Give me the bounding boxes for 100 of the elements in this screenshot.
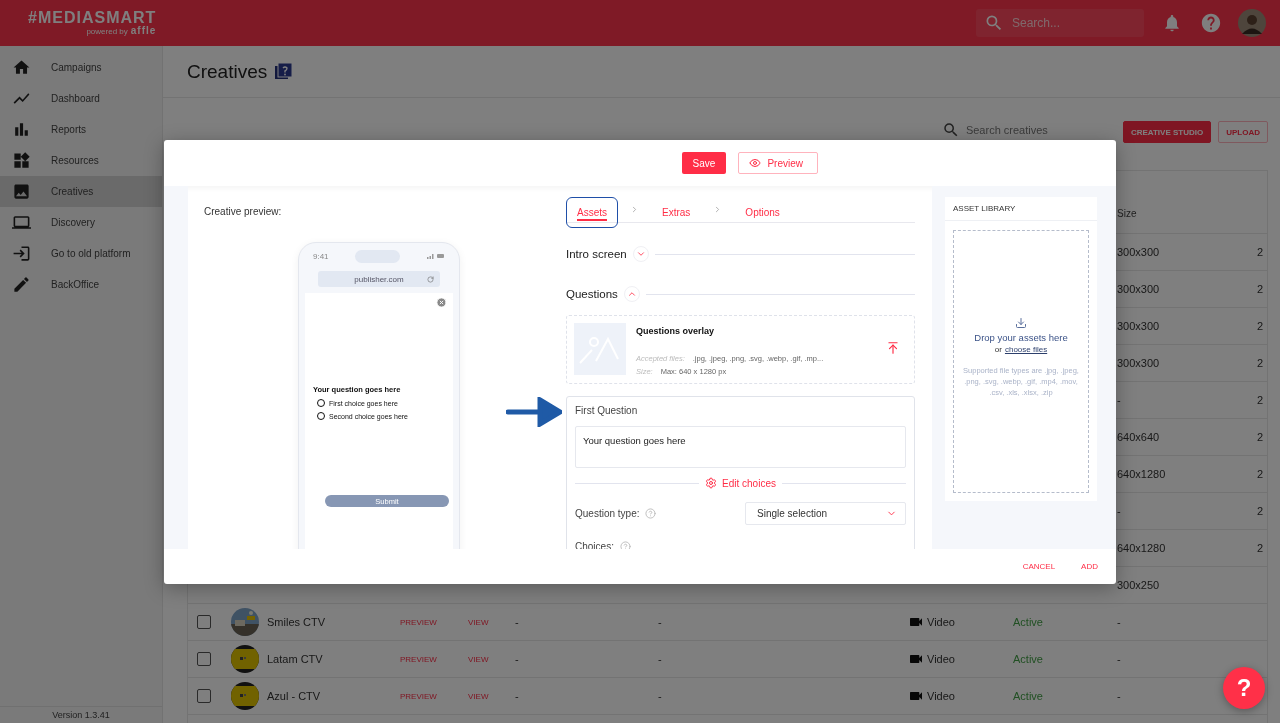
search-field[interactable]: Search creatives: [965, 124, 1086, 136]
table-cell-text: 2: [1256, 431, 1265, 443]
image-icon: [12, 182, 31, 201]
size-cell-text: -: [1116, 653, 1122, 665]
status-cell-text: Active: [1012, 616, 1044, 628]
preview-link[interactable]: PREVIEW: [400, 617, 466, 627]
size-cell-text: -: [1116, 690, 1122, 702]
size-cell-text: 300x300: [1116, 357, 1161, 369]
pencil-icon: [12, 275, 31, 294]
sidebar-item[interactable]: Creatives: [0, 176, 162, 207]
pixel-url-cell-text: -: [657, 690, 663, 702]
sidebar-item[interactable]: Reports: [0, 114, 162, 145]
chevron-down-icon: [635, 249, 646, 259]
type-label: Video: [927, 653, 955, 665]
bell-icon[interactable]: [1162, 13, 1182, 33]
preview-link[interactable]: PREVIEW: [400, 691, 466, 701]
drop-title: Drop your assets here: [974, 332, 1068, 343]
question-type-select[interactable]: Single selection: [745, 502, 906, 525]
step-tab[interactable]: Extras: [651, 196, 702, 228]
search-field[interactable]: Search...: [1010, 15, 1130, 31]
size-cell-text: 300x250: [1116, 579, 1161, 591]
sidebar-item[interactable]: Campaigns: [0, 52, 162, 83]
preview-link[interactable]: PREVIEW: [400, 654, 466, 664]
field-label: Question type:: [575, 508, 640, 519]
row-checkbox[interactable]: [197, 689, 211, 703]
url-cell-text: -: [514, 616, 520, 628]
chevron-up-icon: [626, 289, 637, 299]
eye-icon: [749, 157, 762, 169]
version-label: Version 1.3.41: [0, 706, 162, 723]
asset-title: Questions overlay: [636, 326, 716, 336]
search-icon: [984, 13, 1004, 33]
upload-icon[interactable]: [886, 341, 900, 355]
cancel-button[interactable]: CANCEL: [1022, 562, 1056, 571]
step-tab[interactable]: Assets: [566, 196, 618, 228]
table-cell-text: 2: [1256, 542, 1265, 554]
section-title: Intro screen: [566, 248, 627, 260]
url-cell-text: -: [514, 690, 520, 702]
chevron-icon: [630, 205, 639, 214]
table-cell-text: 2: [1256, 394, 1265, 406]
view-link[interactable]: VIEW: [466, 654, 510, 664]
help-book-icon[interactable]: [275, 63, 293, 80]
status-time: 9:41: [313, 251, 329, 261]
question-title: First Question: [575, 405, 639, 416]
user-avatar[interactable]: [1238, 9, 1266, 37]
size-cell-text: -: [1116, 394, 1122, 406]
toolbar-button[interactable]: CREATIVE STUDIO: [1122, 121, 1212, 143]
panel-title: ASSET LIBRARY: [945, 197, 1097, 221]
help-icon[interactable]: [1200, 12, 1222, 34]
size-cell-text: 300x300: [1116, 283, 1161, 295]
choose-files-link[interactable]: choose files: [1004, 345, 1048, 354]
size-cell-text: -: [1116, 505, 1122, 517]
reload-icon[interactable]: [427, 275, 434, 283]
size-cell-text: 640x1280: [1116, 468, 1167, 480]
row-checkbox[interactable]: [197, 652, 211, 666]
creative-name: Latam CTV: [266, 653, 324, 665]
pointer-arrow: [506, 397, 562, 427]
gear-icon: [705, 477, 718, 489]
edit-choices-link[interactable]: Edit choices: [705, 477, 776, 489]
size-cell-text: 300x300: [1116, 246, 1161, 258]
table-cell-text: 2: [1256, 283, 1265, 295]
column-header[interactable]: Size: [1112, 208, 1252, 219]
sidebar-item[interactable]: Dashboard: [0, 83, 162, 114]
help-button[interactable]: ?: [1223, 667, 1265, 709]
table-cell-text: 2: [1256, 468, 1265, 480]
close-icon[interactable]: [436, 297, 447, 308]
signal-battery-icon: [427, 253, 445, 259]
view-link[interactable]: VIEW: [466, 617, 510, 627]
question-field[interactable]: Your question goes here: [575, 426, 906, 468]
view-link[interactable]: VIEW: [466, 691, 510, 701]
or-label: or: [994, 345, 1002, 354]
step-tab[interactable]: Options: [734, 196, 791, 228]
save-button[interactable]: Save: [681, 152, 727, 174]
laptop-icon: [12, 213, 31, 232]
logo-tagline: powered by: [86, 28, 128, 36]
status-cell-text: Active: [1012, 690, 1044, 702]
add-button[interactable]: ADD: [1081, 562, 1098, 571]
size-cell-text: 640x1280: [1116, 542, 1167, 554]
download-icon: [1015, 317, 1027, 329]
preview-label: Creative preview:: [204, 206, 283, 217]
type-label: Video: [927, 616, 955, 628]
creative-name: Azul - CTV: [266, 690, 322, 702]
preview-button[interactable]: Preview: [738, 152, 819, 174]
table-cell-text: 2: [1256, 320, 1265, 332]
logo: #MEDIASMART: [28, 10, 157, 26]
size-cell-text: -: [1116, 616, 1122, 628]
sidebar-item[interactable]: Resources: [0, 145, 162, 176]
widgets-icon: [12, 151, 31, 170]
type-label: Video: [927, 690, 955, 702]
sidebar-item[interactable]: Discovery: [0, 207, 162, 238]
status-cell-text: Active: [1012, 653, 1044, 665]
url-cell-text: -: [514, 653, 520, 665]
page-title: Creatives: [187, 60, 268, 83]
toolbar-button[interactable]: UPLOAD: [1218, 121, 1268, 143]
row-checkbox[interactable]: [197, 615, 211, 629]
sidebar-item[interactable]: Go to old platform: [0, 238, 162, 269]
bar-chart-icon: [12, 120, 31, 139]
search-icon: [941, 121, 960, 139]
sidebar-item[interactable]: BackOffice: [0, 269, 162, 300]
login-icon: [12, 244, 31, 263]
table-cell-text: 2: [1256, 357, 1265, 369]
